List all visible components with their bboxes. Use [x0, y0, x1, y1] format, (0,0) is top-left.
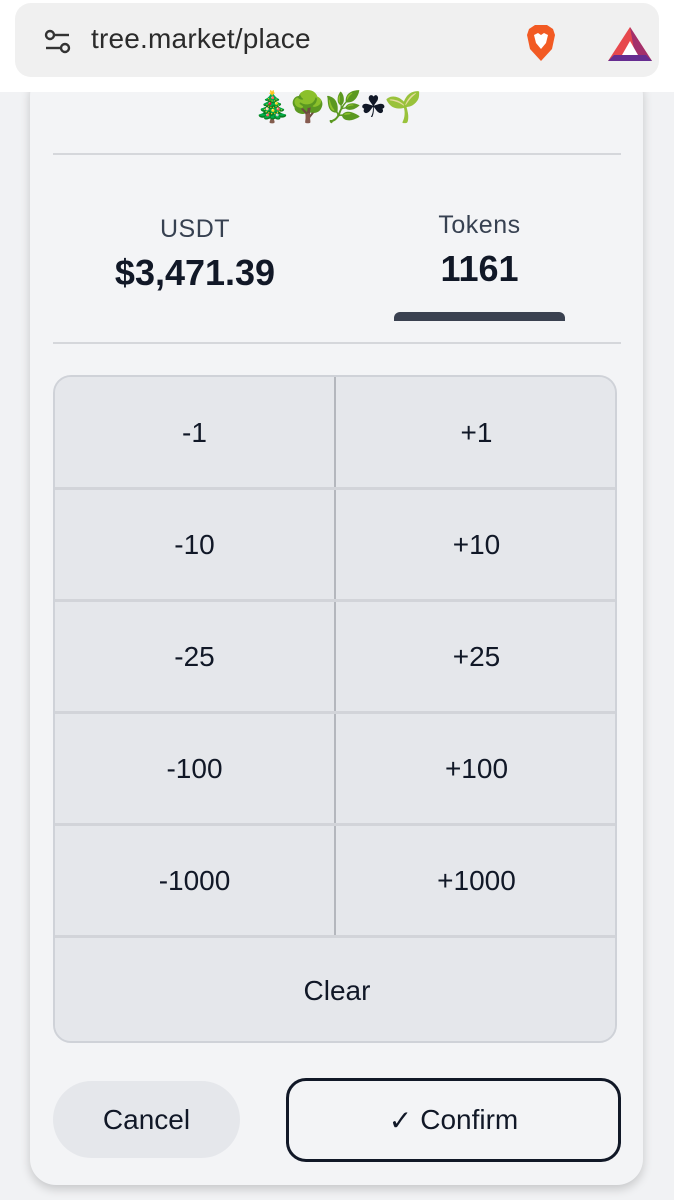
usdt-value: $3,471.39 [114, 252, 276, 293]
key-plus-1000[interactable]: +1000 [336, 826, 615, 935]
check-icon: ✓ [388, 1103, 413, 1137]
tokens-label: Tokens [438, 211, 521, 239]
key-minus-10[interactable]: -10 [55, 490, 336, 599]
clear-button[interactable]: Clear [55, 938, 615, 1041]
key-minus-1000[interactable]: -1000 [55, 826, 336, 935]
divider-top [53, 153, 621, 155]
tokens-selected-indicator [394, 312, 565, 321]
key-minus-25[interactable]: -25 [55, 602, 336, 711]
tokens-value: 1161 [440, 248, 519, 289]
usdt-stat[interactable]: USDT $3,471.39 [85, 215, 305, 294]
confirm-button[interactable]: ✓ Confirm [286, 1078, 621, 1162]
key-plus-1[interactable]: +1 [336, 377, 615, 488]
key-plus-25[interactable]: +25 [336, 602, 615, 711]
brave-lion-icon[interactable] [525, 23, 557, 63]
tune-icon[interactable] [43, 27, 73, 57]
key-plus-100[interactable]: +100 [336, 714, 615, 823]
bat-triangle-icon[interactable] [606, 25, 654, 63]
divider-bottom [53, 342, 621, 344]
browser-toolbar: tree.market/place [0, 0, 674, 92]
usdt-label: USDT [159, 215, 231, 243]
tokens-stat[interactable]: Tokens 1161 [394, 211, 565, 290]
key-minus-100[interactable]: -100 [55, 714, 336, 823]
tree-emoji-row: 🎄🌳🌿☘🌱 [253, 90, 422, 125]
key-plus-10[interactable]: +10 [336, 490, 615, 599]
address-bar[interactable]: tree.market/place [15, 3, 659, 77]
url-text[interactable]: tree.market/place [91, 23, 311, 55]
confirm-label: Confirm [420, 1104, 519, 1135]
amount-keypad: -1 +1 -10 +10 -25 +25 -100 +100 -1000 +1… [53, 375, 617, 1043]
cancel-button[interactable]: Cancel [53, 1081, 240, 1158]
key-minus-1[interactable]: -1 [55, 377, 336, 488]
